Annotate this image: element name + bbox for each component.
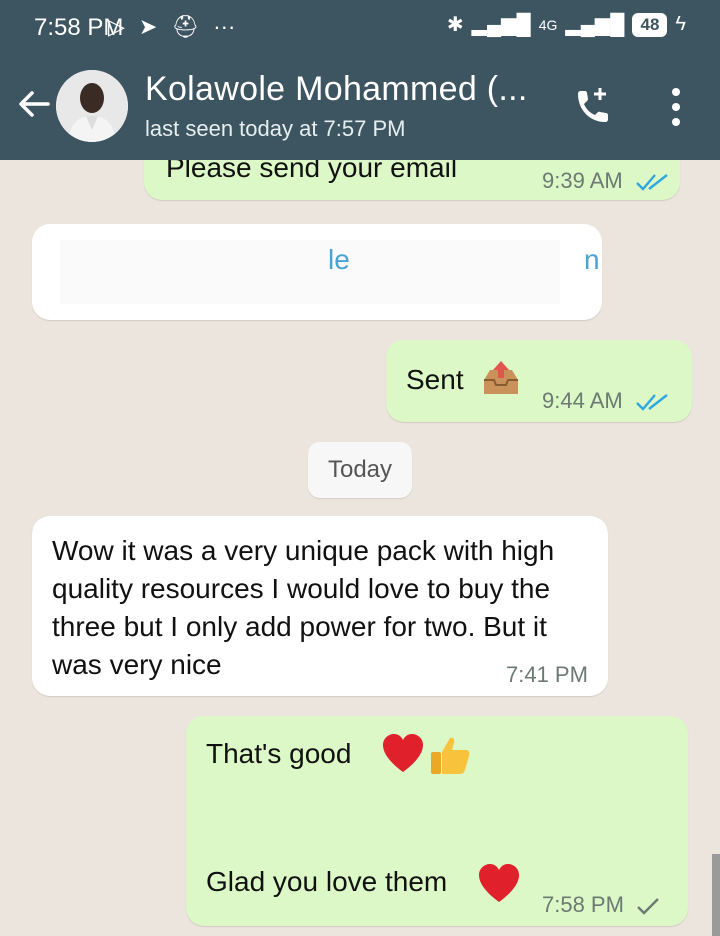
message-time: 7:58 PM (542, 892, 624, 917)
red-heart-icon (479, 864, 519, 902)
signal-icon-2: ▂▄▆█ (565, 14, 625, 36)
more-options-icon[interactable] (662, 86, 690, 128)
telegram-icon: ➤ (138, 14, 158, 39)
message-time: 7:41 PM (506, 662, 588, 687)
chat-header: Kolawole Mohammed (... last seen today a… (0, 56, 720, 160)
message-text: That's good (206, 738, 352, 769)
message-meta: 9:44 AM (542, 388, 669, 414)
robot-icon: ⛑ (171, 14, 200, 39)
profile-photo-icon (56, 70, 128, 142)
add-call-icon[interactable] (570, 84, 614, 128)
redaction-block (60, 240, 560, 304)
message-text: le (328, 244, 350, 275)
more-notifications-icon: ··· (213, 14, 236, 39)
battery-icon: 48 (632, 12, 668, 37)
charging-icon: ϟ (675, 13, 686, 35)
read-ticks-icon (635, 394, 668, 411)
message-meta: 9:39 AM (542, 168, 669, 194)
contact-name[interactable]: Kolawole Mohammed (... (145, 70, 528, 109)
avatar[interactable] (56, 70, 128, 142)
message-incoming[interactable]: Wow it was a very unique pack with high … (32, 516, 608, 696)
signal-icon: ▂▄▆█ (471, 14, 531, 36)
network-type: 4G (538, 16, 558, 33)
status-icons-right: ✱ ▂▄▆█ 4G ▂▄▆█ 48 ϟ (447, 12, 686, 37)
outbox-tray-icon (484, 361, 518, 394)
scrollbar[interactable] (712, 854, 720, 936)
message-outgoing[interactable]: Sent 9:44 AM (386, 340, 692, 422)
message-text: Please send your email (166, 160, 458, 183)
battery-level: 48 (640, 14, 660, 34)
date-divider: Today (308, 442, 412, 498)
message-text: Sent (406, 364, 464, 395)
sent-tick-icon (637, 898, 659, 915)
message-time: 9:39 AM (542, 168, 623, 193)
chat-area[interactable]: Please send your email 9:39 AM le n Sent… (0, 160, 720, 936)
status-bar: 7:58 PM ▷ ➤ ⛑ ··· ✱ ▂▄▆█ 4G ▂▄▆█ 48 ϟ (0, 0, 720, 56)
status-icons-left: ▷ ➤ ⛑ ··· (108, 14, 235, 40)
last-seen-status: last seen today at 7:57 PM (145, 116, 406, 141)
red-heart-icon (383, 734, 423, 772)
message-outgoing[interactable]: That's good Glad you love them 7:58 PM (186, 716, 688, 926)
message-time: 9:44 AM (542, 388, 623, 413)
bluetooth-icon: ✱ (446, 14, 464, 36)
read-ticks-icon (635, 174, 668, 191)
message-text-2: Glad you love them (206, 866, 448, 897)
play-icon: ▷ (108, 14, 125, 39)
thumbs-up-icon (431, 737, 470, 774)
message-text-tail: n (584, 244, 600, 275)
message-incoming[interactable]: le n (32, 224, 602, 320)
back-arrow-icon[interactable] (16, 86, 52, 122)
message-outgoing[interactable]: Please send your email 9:39 AM (144, 160, 680, 200)
message-meta: 7:58 PM (542, 892, 660, 918)
